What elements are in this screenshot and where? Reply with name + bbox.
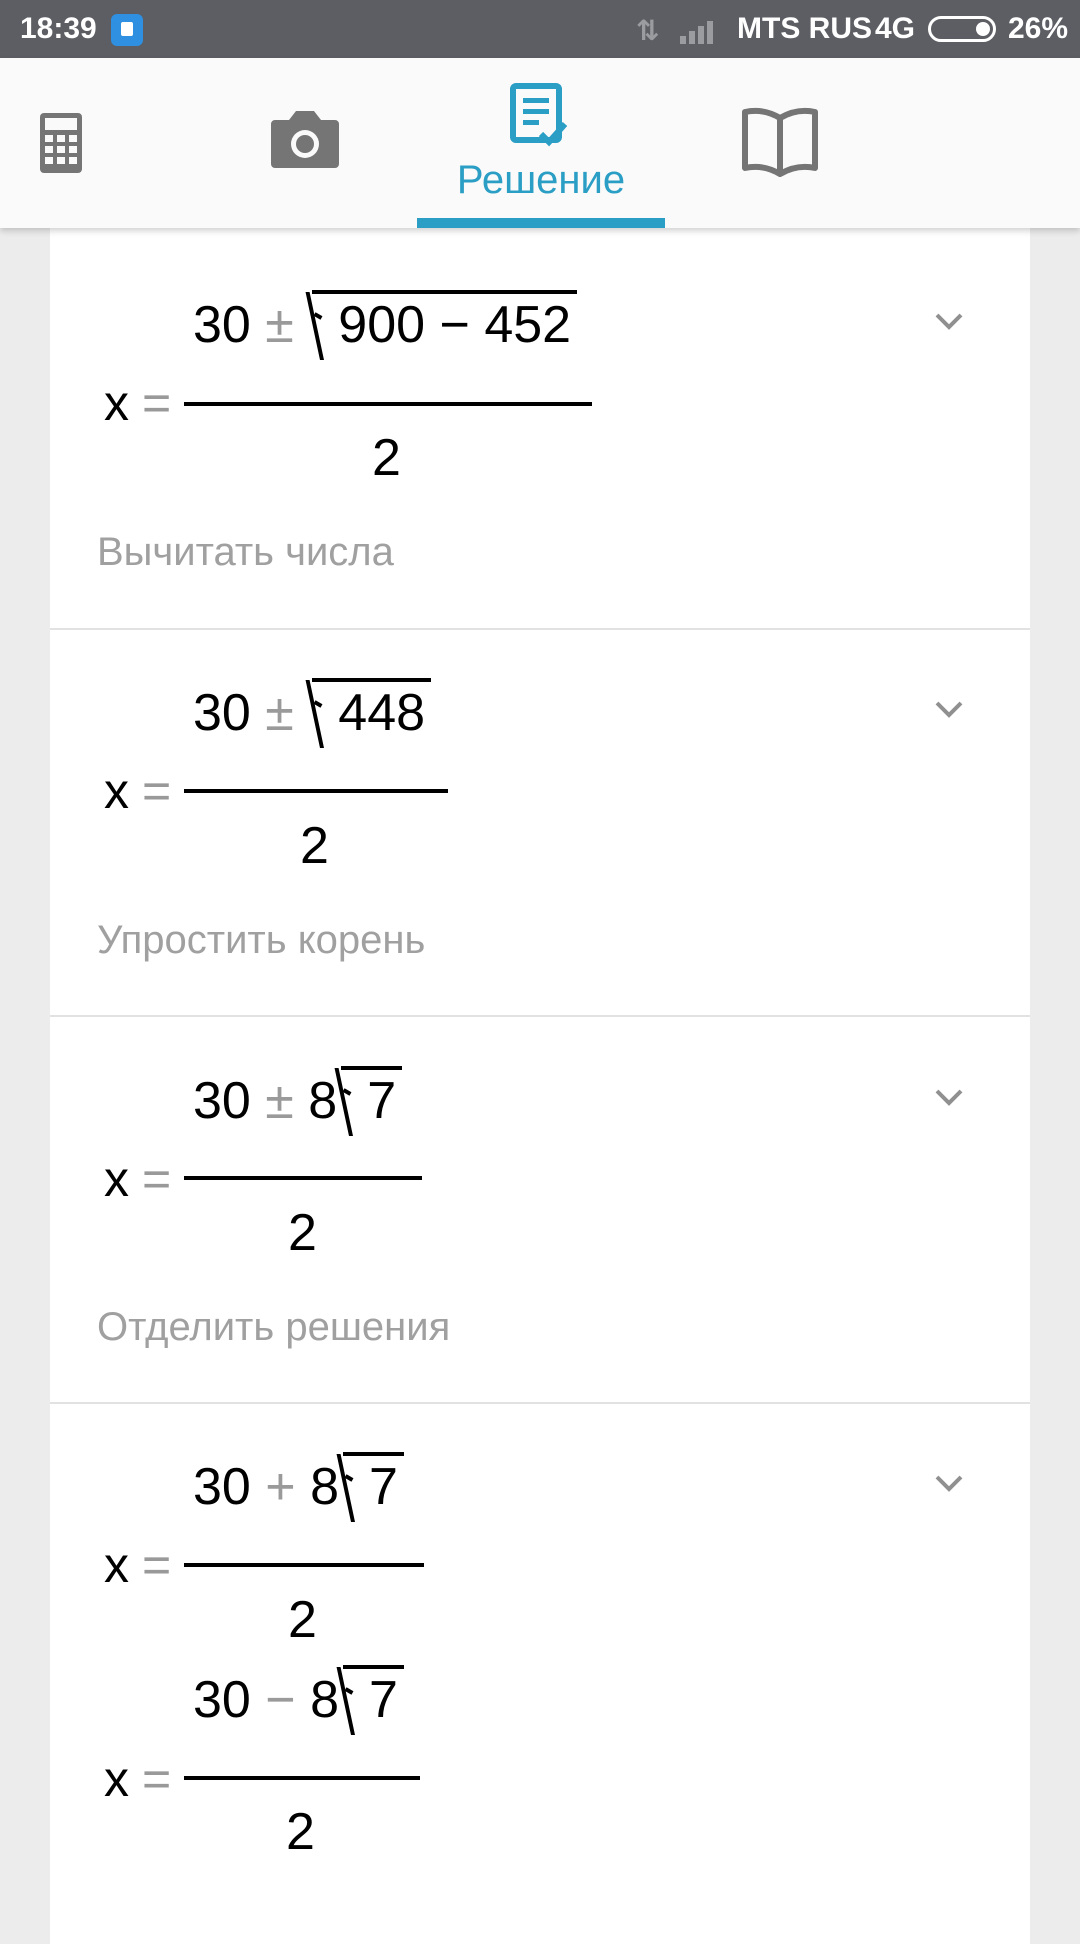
equals-sign: = [142, 1537, 172, 1593]
tab-bar: Решение [0, 58, 1080, 228]
status-time: 18:39 [20, 12, 97, 45]
fraction-bar [184, 1776, 420, 1780]
numerator-term: 30 [193, 684, 251, 742]
radicand: 7 [369, 1671, 398, 1729]
tab-book[interactable] [735, 58, 825, 228]
step-hint: Вычитать числа [97, 530, 394, 574]
solution-icon [510, 83, 568, 147]
equation-variable: x [104, 1537, 129, 1593]
numerator: 30 ± 900 − 452 [193, 290, 578, 356]
denominator: 2 [300, 817, 329, 875]
fraction-bar [184, 1563, 424, 1567]
notification-icon [111, 14, 143, 46]
equals-sign: = [142, 1151, 172, 1207]
calculator-icon [40, 113, 82, 173]
square-root: 448 [312, 678, 432, 744]
numerator-term: 30 [193, 1072, 251, 1130]
equation-variable: x [104, 763, 129, 819]
chevron-down-icon[interactable] [934, 1082, 964, 1112]
fraction-bar [184, 402, 592, 406]
denominator: 2 [286, 1803, 315, 1861]
network-type: 4G [875, 12, 916, 45]
chevron-down-icon[interactable] [934, 1468, 964, 1498]
square-root: 7 [343, 1452, 404, 1518]
numerator: 30 ± 87 [193, 1066, 403, 1132]
active-tab-indicator [417, 218, 665, 228]
denominator: 2 [288, 1591, 317, 1649]
numerator: 30 + 87 [193, 1452, 404, 1518]
equation-variable: x [104, 1751, 129, 1807]
equation-variable: x [104, 1151, 129, 1207]
coefficient: 8 [310, 1458, 340, 1516]
radicand: 7 [369, 1458, 398, 1516]
coefficient: 8 [310, 1671, 340, 1729]
numerator: 30 ± 448 [193, 678, 432, 744]
tab-solution[interactable]: Решение [417, 58, 665, 228]
equals-sign: = [142, 375, 172, 431]
camera-icon [271, 111, 339, 168]
tab-calculator[interactable] [20, 58, 102, 228]
plus-operator: + [265, 1458, 296, 1516]
fraction-bar [184, 789, 448, 793]
square-root: 7 [341, 1066, 403, 1132]
denominator: 2 [288, 1204, 317, 1262]
radicand: 7 [367, 1072, 397, 1130]
equals-sign: = [142, 763, 172, 819]
square-root: 900 − 452 [312, 290, 578, 356]
fraction-bar [184, 1176, 422, 1180]
tab-solution-label: Решение [456, 158, 626, 202]
signal-icon [680, 16, 720, 44]
plus-minus-operator: ± [265, 684, 294, 742]
step-hint: Упростить корень [97, 918, 426, 962]
battery-percent: 26% [1008, 12, 1069, 45]
carrier-name: MTS RUS [737, 12, 872, 45]
plus-minus-operator: ± [265, 296, 294, 354]
numerator-term: 30 [193, 1671, 251, 1729]
equation-variable: x [104, 375, 129, 431]
step-hint: Отделить решения [97, 1305, 451, 1349]
square-root: 7 [343, 1665, 404, 1731]
coefficient: 8 [308, 1072, 338, 1130]
minus-operator: − [265, 1671, 296, 1729]
equals-sign: = [142, 1751, 172, 1807]
numerator: 30 − 87 [193, 1665, 404, 1731]
radicand: 448 [338, 684, 426, 742]
chevron-down-icon[interactable] [934, 306, 964, 336]
denominator: 2 [372, 429, 401, 487]
tab-camera[interactable] [255, 58, 355, 228]
book-icon [742, 107, 818, 177]
chevron-down-icon[interactable] [934, 694, 964, 724]
radicand: 900 − 452 [338, 296, 572, 354]
plus-minus-operator: ± [265, 1072, 294, 1130]
battery-icon [928, 16, 996, 42]
status-bar: 18:39 ⇅ MTS RUS 4G 26% [0, 0, 1080, 58]
numerator-term: 30 [193, 296, 251, 354]
numerator-term: 30 [193, 1458, 251, 1516]
data-transfer-icon: ⇅ [636, 15, 660, 46]
